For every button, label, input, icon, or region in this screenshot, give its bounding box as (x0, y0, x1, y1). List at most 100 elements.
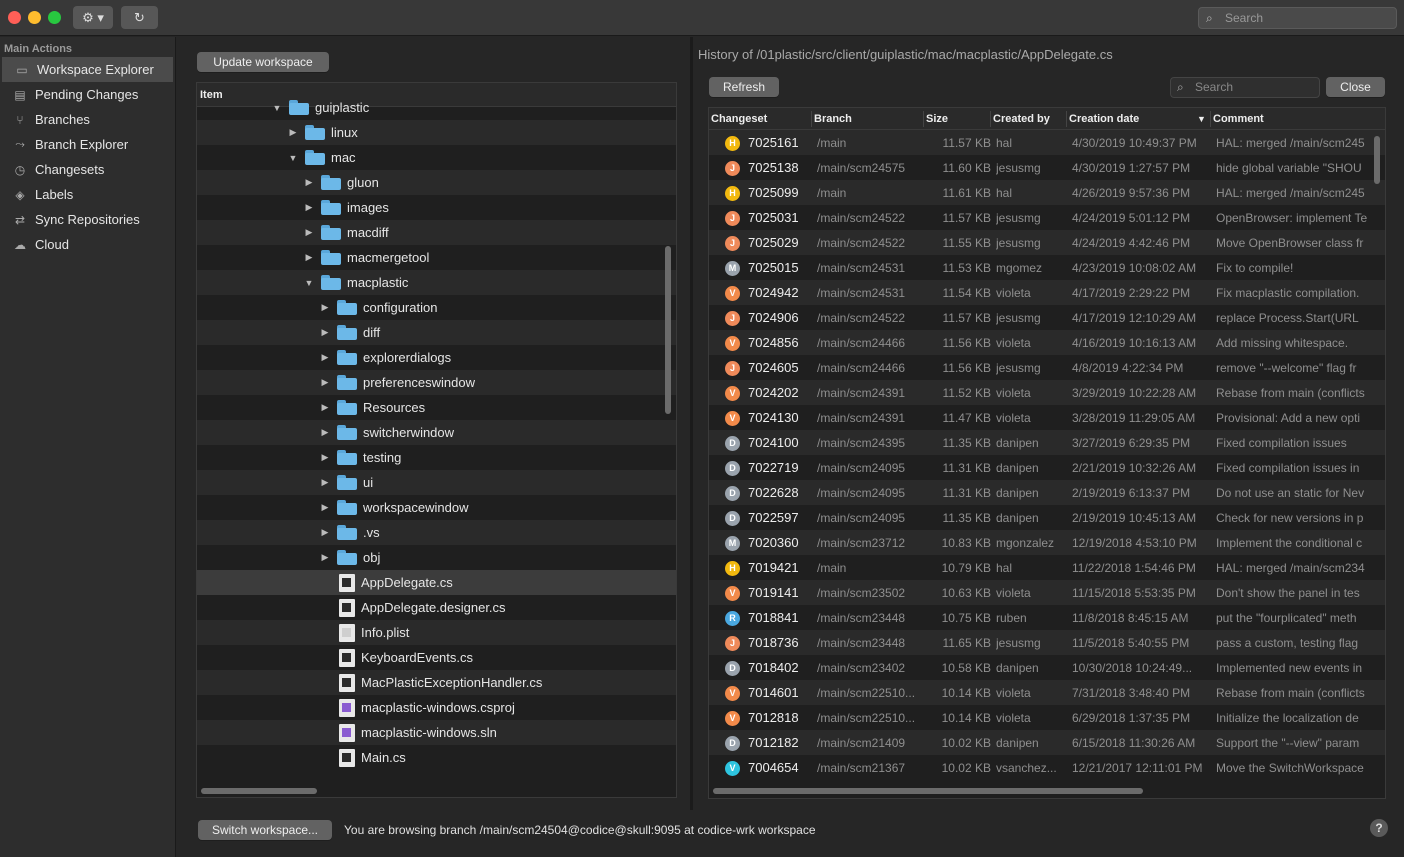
tree-folder-row[interactable]: ▶ switcherwindow (197, 420, 676, 445)
help-button[interactable]: ? (1370, 819, 1388, 837)
disclosure-collapsed-icon[interactable]: ▶ (317, 327, 333, 338)
disclosure-collapsed-icon[interactable]: ▶ (301, 227, 317, 238)
gear-menu-button[interactable]: ⚙ ▾ (73, 6, 113, 29)
sidebar-item-changesets[interactable]: ◷ Changesets (0, 157, 175, 182)
refresh-icon[interactable]: ↻ (121, 6, 158, 29)
tree-folder-row[interactable]: ▶ Resources (197, 395, 676, 420)
history-row[interactable]: D 7012182/main/scm21409 10.02 KB danipen 6/1… (709, 730, 1385, 755)
tree-folder-row[interactable]: ▶ macmergetool (197, 245, 676, 270)
sidebar-item-pending-changes[interactable]: ▤ Pending Changes (0, 82, 175, 107)
disclosure-collapsed-icon[interactable]: ▶ (317, 402, 333, 413)
history-row[interactable]: J 7025031/main/scm24522 11.57 KB jesusmg 4/2… (709, 205, 1385, 230)
column-header-created-by[interactable]: Created by (993, 113, 1050, 125)
update-workspace-button[interactable]: Update workspace (197, 52, 329, 72)
tree-file-row[interactable]: macplastic-windows.sln (197, 720, 676, 745)
disclosure-collapsed-icon[interactable]: ▶ (317, 302, 333, 313)
minimize-window-button[interactable] (28, 11, 41, 24)
disclosure-collapsed-icon[interactable]: ▶ (301, 252, 317, 263)
tree-folder-row[interactable]: ▶ configuration (197, 295, 676, 320)
history-search-input[interactable]: ⌕ Search (1170, 77, 1320, 98)
column-header-branch[interactable]: Branch (814, 113, 852, 125)
sidebar-item-sync-repositories[interactable]: ⇄ Sync Repositories (0, 207, 175, 232)
history-row[interactable]: H 7025099/main 11.61 KB hal 4/26/2019 9:57:3… (709, 180, 1385, 205)
tree-file-row[interactable]: macplastic-windows.csproj (197, 695, 676, 720)
history-row[interactable]: J 7025029/main/scm24522 11.55 KB jesusmg 4/2… (709, 230, 1385, 255)
column-header-size[interactable]: Size (926, 113, 948, 125)
disclosure-collapsed-icon[interactable]: ▶ (301, 177, 317, 188)
history-row[interactable]: J 7024906/main/scm24522 11.57 KB jesusmg 4/1… (709, 305, 1385, 330)
tree-folder-row[interactable]: ▶ workspacewindow (197, 495, 676, 520)
history-row[interactable]: V 7012818/main/scm22510... 10.14 KB violeta… (709, 705, 1385, 730)
sidebar-item-cloud[interactable]: ☁ Cloud (0, 232, 175, 257)
history-row[interactable]: V 7024942/main/scm24531 11.54 KB violeta 4/1… (709, 280, 1385, 305)
tree-file-row[interactable]: Info.plist (197, 620, 676, 645)
tree-folder-row[interactable]: ▶ preferenceswindow (197, 370, 676, 395)
disclosure-collapsed-icon[interactable]: ▶ (317, 427, 333, 438)
disclosure-collapsed-icon[interactable]: ▶ (285, 127, 301, 138)
history-row[interactable]: M 7020360/main/scm23712 10.83 KB mgonzalez 1… (709, 530, 1385, 555)
disclosure-expanded-icon[interactable]: ▼ (285, 153, 301, 163)
tree-folder-row[interactable]: ▶ obj (197, 545, 676, 570)
disclosure-collapsed-icon[interactable]: ▶ (317, 502, 333, 513)
disclosure-expanded-icon[interactable]: ▼ (269, 103, 285, 113)
tree-folder-row[interactable]: ▼ guiplastic (197, 95, 676, 120)
tree-folder-row[interactable]: ▼ mac (197, 145, 676, 170)
history-row[interactable]: V 7024130/main/scm24391 11.47 KB violeta 3/2… (709, 405, 1385, 430)
disclosure-collapsed-icon[interactable]: ▶ (317, 527, 333, 538)
disclosure-expanded-icon[interactable]: ▼ (301, 278, 317, 288)
history-row[interactable]: V 7014601/main/scm22510... 10.14 KB violeta… (709, 680, 1385, 705)
grid-horizontal-scrollbar[interactable] (713, 788, 1143, 794)
sidebar-item-branch-explorer[interactable]: ⤳ Branch Explorer (0, 132, 175, 157)
tree-folder-row[interactable]: ▶ .vs (197, 520, 676, 545)
history-row[interactable]: D 7024100/main/scm24395 11.35 KB danipen 3/2… (709, 430, 1385, 455)
tree-folder-row[interactable]: ▶ macdiff (197, 220, 676, 245)
tree-folder-row[interactable]: ▶ explorerdialogs (197, 345, 676, 370)
tree-folder-row[interactable]: ▼ macplastic (197, 270, 676, 295)
tree-horizontal-scrollbar[interactable] (201, 788, 317, 794)
disclosure-collapsed-icon[interactable]: ▶ (317, 452, 333, 463)
refresh-button[interactable]: Refresh (709, 77, 779, 97)
tree-folder-row[interactable]: ▶ ui (197, 470, 676, 495)
disclosure-collapsed-icon[interactable]: ▶ (317, 352, 333, 363)
tree-vertical-scrollbar[interactable] (665, 246, 671, 414)
tree-file-row[interactable]: KeyboardEvents.cs (197, 645, 676, 670)
disclosure-collapsed-icon[interactable]: ▶ (301, 202, 317, 213)
history-row[interactable]: V 7019141/main/scm23502 10.63 KB violeta 11/… (709, 580, 1385, 605)
column-header-changeset[interactable]: Changeset (711, 113, 767, 125)
disclosure-collapsed-icon[interactable]: ▶ (317, 477, 333, 488)
tree-folder-row[interactable]: ▶ diff (197, 320, 676, 345)
history-row[interactable]: D 7022597/main/scm24095 11.35 KB danipen 2/1… (709, 505, 1385, 530)
close-button[interactable]: Close (1326, 77, 1385, 97)
history-row[interactable]: D 7022628/main/scm24095 11.31 KB danipen 2/1… (709, 480, 1385, 505)
switch-workspace-button[interactable]: Switch workspace... (198, 820, 332, 840)
sidebar-item-workspace-explorer[interactable]: ▭ Workspace Explorer (2, 57, 173, 82)
sidebar-item-branches[interactable]: ⑂ Branches (0, 107, 175, 132)
history-row[interactable]: J 7024605/main/scm24466 11.56 KB jesusmg 4/8… (709, 355, 1385, 380)
tree-file-row[interactable]: Main.cs (197, 745, 676, 770)
tree-folder-row[interactable]: ▶ images (197, 195, 676, 220)
global-search-input[interactable]: ⌕ Search (1198, 7, 1397, 29)
sidebar-item-labels[interactable]: ◈ Labels (0, 182, 175, 207)
tree-folder-row[interactable]: ▶ gluon (197, 170, 676, 195)
history-row[interactable]: D 7018402/main/scm23402 10.58 KB danipen 10/… (709, 655, 1385, 680)
tree-folder-row[interactable]: ▶ testing (197, 445, 676, 470)
history-row[interactable]: M 7025015/main/scm24531 11.53 KB mgomez 4/23… (709, 255, 1385, 280)
history-row[interactable]: J 7025138/main/scm24575 11.60 KB jesusmg 4/3… (709, 155, 1385, 180)
history-row[interactable]: V 7024202/main/scm24391 11.52 KB violeta 3/2… (709, 380, 1385, 405)
disclosure-collapsed-icon[interactable]: ▶ (317, 552, 333, 563)
history-row[interactable]: D 7022719/main/scm24095 11.31 KB danipen 2/2… (709, 455, 1385, 480)
tree-file-row[interactable]: AppDelegate.designer.cs (197, 595, 676, 620)
tree-file-row[interactable]: MacPlasticExceptionHandler.cs (197, 670, 676, 695)
history-row[interactable]: H 7025161/main 11.57 KB hal 4/30/2019 10:49:… (709, 130, 1385, 155)
column-header-comment[interactable]: Comment (1213, 113, 1264, 125)
grid-vertical-scrollbar[interactable] (1374, 136, 1380, 184)
column-header-creation-date[interactable]: Creation date (1069, 113, 1139, 125)
history-row[interactable]: J 7018736/main/scm23448 11.65 KB jesusmg 11/… (709, 630, 1385, 655)
tree-file-row[interactable]: AppDelegate.cs (197, 570, 676, 595)
disclosure-collapsed-icon[interactable]: ▶ (317, 377, 333, 388)
close-window-button[interactable] (8, 11, 21, 24)
history-row[interactable]: H 7019421/main 10.79 KB hal 11/22/2018 1:54:… (709, 555, 1385, 580)
tree-folder-row[interactable]: ▶ linux (197, 120, 676, 145)
zoom-window-button[interactable] (48, 11, 61, 24)
history-row[interactable]: V 7004654/main/scm21367 10.02 KB vsanchez..… (709, 755, 1385, 780)
